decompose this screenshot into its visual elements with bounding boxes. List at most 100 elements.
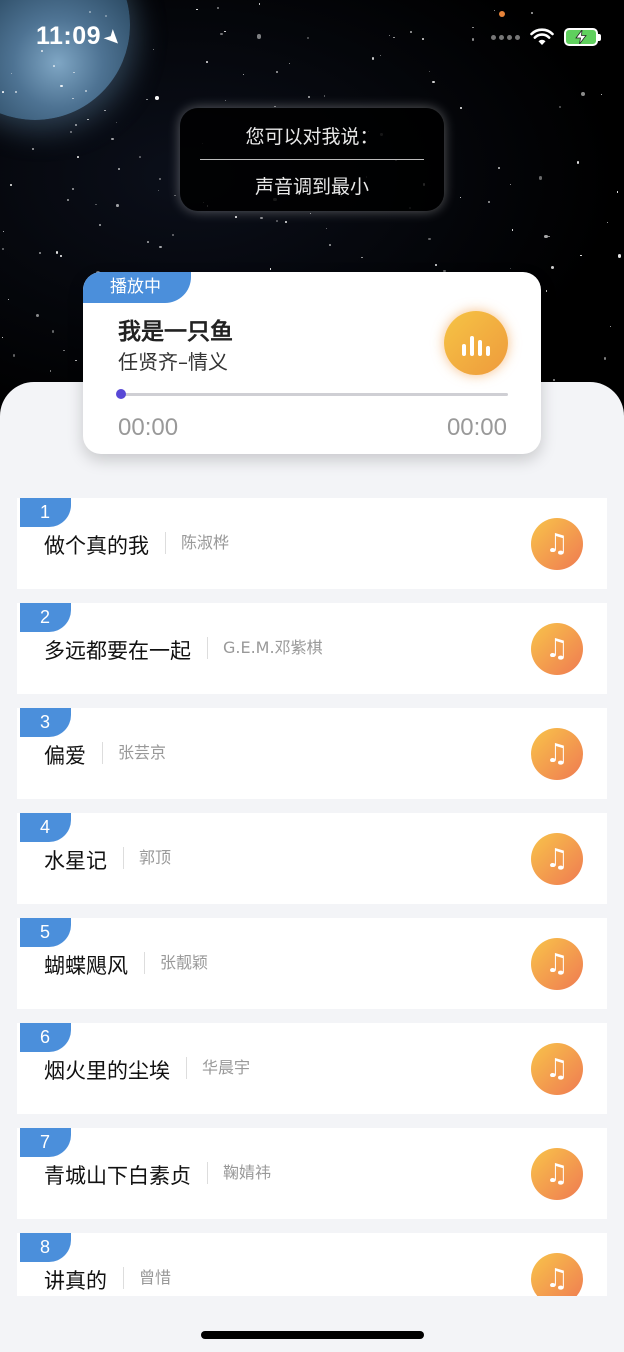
star — [116, 121, 118, 123]
song-number: 4 — [20, 813, 71, 842]
song-title: 多远都要在一起 — [44, 639, 191, 663]
star — [325, 227, 328, 230]
planet-image — [0, 0, 130, 120]
wifi-icon — [530, 28, 554, 45]
progress-knob[interactable] — [116, 389, 126, 399]
star — [73, 71, 75, 73]
star — [49, 370, 52, 372]
star — [66, 198, 70, 201]
star — [206, 61, 208, 64]
home-indicator[interactable] — [201, 1331, 424, 1339]
star — [389, 34, 391, 36]
song-row[interactable]: 7 青城山下白素贞 鞠婧祎 ♫ — [17, 1128, 607, 1219]
song-row[interactable]: 3 偏爱 张芸京 ♫ — [17, 708, 607, 799]
music-note-icon: ♫ — [545, 529, 569, 559]
star — [2, 90, 5, 93]
star — [2, 247, 4, 250]
star — [75, 359, 77, 362]
star — [410, 30, 413, 33]
star — [1, 336, 4, 338]
star — [77, 156, 80, 158]
star — [196, 8, 199, 11]
play-song-button[interactable]: ♫ — [531, 518, 583, 570]
star — [104, 110, 106, 112]
progress-bar[interactable] — [116, 389, 508, 399]
voice-hint-phrase: 声音调到最小 — [254, 176, 369, 198]
star — [116, 203, 119, 207]
song-row[interactable]: 1 做个真的我 陈淑桦 ♫ — [17, 498, 607, 589]
play-song-button[interactable]: ♫ — [531, 1043, 583, 1095]
now-playing-card[interactable]: 播放中 我是一只鱼 任贤齐–情义 00:00 00:00 — [83, 272, 541, 454]
play-song-button[interactable]: ♫ — [531, 1148, 583, 1200]
song-row[interactable]: 8 讲真的 曾惜 ♫ — [17, 1233, 607, 1296]
star — [159, 246, 162, 249]
music-note-icon: ♫ — [545, 844, 569, 874]
play-song-button[interactable]: ♫ — [531, 623, 583, 675]
now-playing-subtitle: 任贤齐–情义 — [118, 350, 228, 374]
song-number: 8 — [20, 1233, 71, 1262]
star — [88, 10, 91, 13]
song-title: 讲真的 — [44, 1269, 107, 1293]
play-song-button[interactable]: ♫ — [531, 1253, 583, 1296]
star — [577, 161, 580, 164]
song-row[interactable]: 2 多远都要在一起 G.E.M.邓紫棋 ♫ — [17, 603, 607, 694]
star — [459, 196, 461, 198]
star — [32, 147, 35, 150]
star — [269, 268, 272, 270]
music-note-icon: ♫ — [545, 949, 569, 979]
song-artist: G.E.M.邓紫棋 — [207, 637, 323, 659]
song-title: 做个真的我 — [44, 534, 149, 558]
star — [471, 38, 475, 41]
song-number: 3 — [20, 708, 71, 737]
song-row[interactable]: 4 水星记 郭顶 ♫ — [17, 813, 607, 904]
time-text: 11:09 — [36, 22, 102, 50]
song-number: 2 — [20, 603, 71, 632]
star — [328, 244, 331, 246]
star — [98, 224, 101, 227]
star — [220, 32, 223, 36]
star — [217, 7, 220, 10]
star — [158, 189, 160, 191]
star — [422, 38, 425, 40]
voice-hint-box: 您可以对我说： 声音调到最小 — [180, 108, 444, 211]
now-playing-title: 我是一只鱼 — [118, 319, 233, 345]
star — [139, 156, 141, 158]
star — [617, 254, 622, 258]
signal-icon — [491, 34, 520, 40]
song-number: 6 — [20, 1023, 71, 1052]
star — [51, 330, 55, 333]
star — [553, 379, 556, 382]
song-title: 蝴蝶飓风 — [44, 954, 128, 978]
star — [158, 178, 161, 180]
star — [288, 62, 290, 64]
play-song-button[interactable]: ♫ — [531, 728, 583, 780]
star — [60, 84, 63, 88]
star — [548, 235, 550, 237]
song-artist: 陈淑桦 — [165, 532, 229, 554]
star — [59, 254, 63, 258]
star — [3, 231, 5, 233]
star — [36, 314, 40, 318]
star — [580, 254, 582, 257]
song-row[interactable]: 5 蝴蝶飓风 张靓颖 ♫ — [17, 918, 607, 1009]
song-number: 5 — [20, 918, 71, 947]
star — [509, 267, 511, 269]
star — [13, 354, 16, 357]
play-song-button[interactable]: ♫ — [531, 938, 583, 990]
play-song-button[interactable]: ♫ — [531, 833, 583, 885]
star — [307, 96, 310, 99]
battery-charging-icon — [564, 28, 601, 46]
star — [511, 228, 514, 231]
song-row[interactable]: 6 烟火里的尘埃 华晨宇 ♫ — [17, 1023, 607, 1114]
star — [174, 195, 176, 197]
star — [260, 216, 263, 220]
star — [393, 36, 395, 39]
star — [235, 215, 238, 218]
equalizer-button[interactable] — [444, 311, 508, 375]
star — [257, 34, 262, 39]
song-title: 水星记 — [44, 849, 107, 873]
current-time: 00:00 — [118, 414, 179, 441]
song-title: 偏爱 — [44, 744, 86, 768]
star — [601, 94, 603, 96]
star — [275, 70, 279, 74]
